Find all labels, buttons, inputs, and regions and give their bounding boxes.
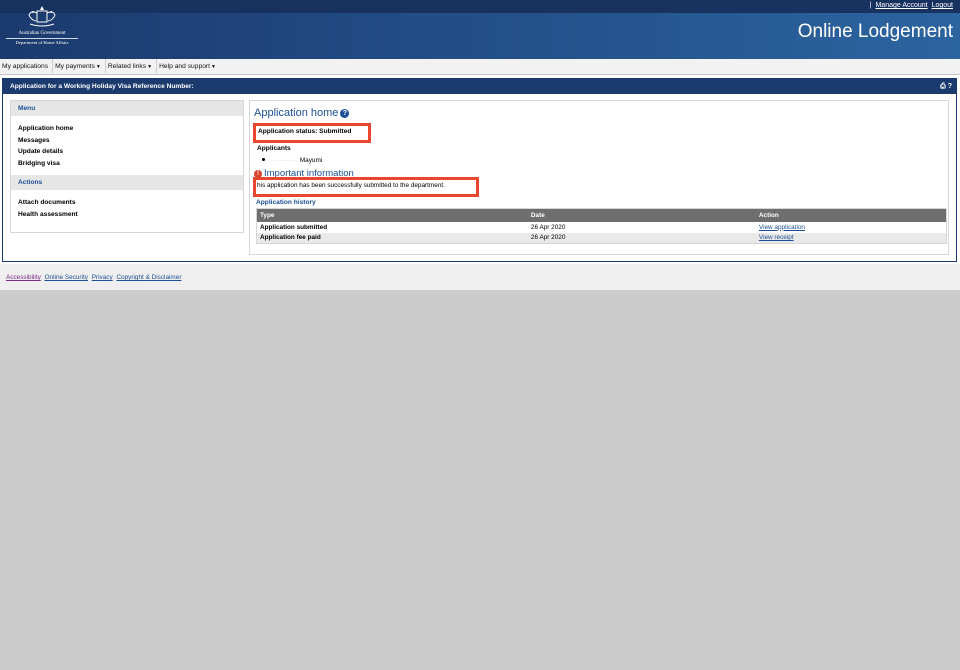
footer-link-copyright[interactable]: Copyright & Disclaimer [116,274,181,281]
row-type: Application submitted [256,221,528,233]
print-help-icons[interactable]: ⎙ ? [940,79,952,94]
menu-heading: Menu [11,101,243,116]
coat-of-arms-icon [28,6,56,27]
actions-list: Attach documents Health assessment [11,190,243,226]
manage-account-link[interactable]: Manage Account [875,2,927,9]
table-row: Application fee paid 26 Apr 2020 View re… [256,232,947,244]
footer-link-accessibility[interactable]: Accessibility [6,274,41,281]
sidebar-item-update-details[interactable]: Update details [18,146,243,158]
main-content: Application home? Application status: Su… [249,100,949,255]
applicant-name: Mayumi [299,157,323,164]
row-action-cell: View application [755,221,947,233]
footer-links: Accessibility Online Security Privacy Co… [6,274,183,281]
footer-link-online-security[interactable]: Online Security [45,274,88,281]
content-area: Application for a Working Holiday Visa R… [0,75,960,264]
applicants-label: Applicants [257,145,291,152]
brand-title: Online Lodgement [797,21,953,42]
view-receipt-link[interactable]: View receipt [759,234,794,241]
gov-name: Australian Government [18,31,66,36]
status-badge: Application status: Submitted [253,123,371,143]
footer-link-privacy[interactable]: Privacy [92,274,113,281]
row-date: 26 Apr 2020 [527,221,756,233]
row-action-cell: View receipt [755,232,947,244]
caret-down-icon: ▼ [211,63,216,70]
table-header-row: Type Date Action [256,208,947,222]
header-topbar [0,0,960,13]
sidebar-item-application-home[interactable]: Application home [18,123,243,135]
logout-link[interactable]: Logout [932,2,953,9]
bullet-icon [262,158,265,161]
nav-my-payments[interactable]: My payments▼ [53,58,106,75]
actions-heading: Actions [11,175,243,190]
site-footer: Accessibility Online Security Privacy Co… [0,264,960,290]
column-header-date: Date [527,208,756,222]
applicant-item: ········ Mayumi [262,157,322,164]
nav-help-support[interactable]: Help and support▼ [157,59,220,75]
row-date: 26 Apr 2020 [527,232,756,244]
main-nav: My applications My payments▼ Related lin… [0,58,960,75]
top-separator: | [869,2,872,9]
applicant-masked-name: ········ [273,157,299,164]
view-application-link[interactable]: View application [759,224,805,231]
history-table: Type Date Action Application submitted 2… [256,208,947,244]
caret-down-icon: ▼ [147,63,153,70]
nav-my-applications[interactable]: My applications [0,58,54,75]
gov-logo[interactable]: Australian Government Department of Home… [4,4,80,52]
caret-down-icon: ▼ [95,63,101,70]
application-panel: Application for a Working Holiday Visa R… [2,78,957,262]
table-row: Application submitted 26 Apr 2020 View a… [256,221,947,233]
sidebar-item-bridging-visa[interactable]: Bridging visa [18,158,243,170]
sidebar-item-attach-documents[interactable]: Attach documents [18,197,243,209]
panel-title: Application for a Working Holiday Visa R… [3,79,956,94]
site-header: | Manage Account Logout Australian Gover… [0,0,960,59]
page-title: Application home? [254,107,350,119]
dept-name: Department of Home Affairs [15,40,69,45]
help-icon[interactable]: ? [340,109,350,118]
sidebar-item-health-assessment[interactable]: Health assessment [18,209,243,221]
info-message: his application has been successfully su… [253,177,479,197]
nav-related-links[interactable]: Related links▼ [106,58,158,75]
logo-divider [6,38,78,39]
history-title: Application history [256,199,316,206]
sidebar: Menu Application home Messages Update de… [10,100,244,233]
account-links: | Manage Account Logout [870,2,953,9]
menu-list: Application home Messages Update details… [11,116,243,175]
column-header-type: Type [256,208,528,222]
row-type: Application fee paid [256,232,528,244]
sidebar-item-messages[interactable]: Messages [18,135,243,147]
column-header-action: Action [755,208,947,222]
